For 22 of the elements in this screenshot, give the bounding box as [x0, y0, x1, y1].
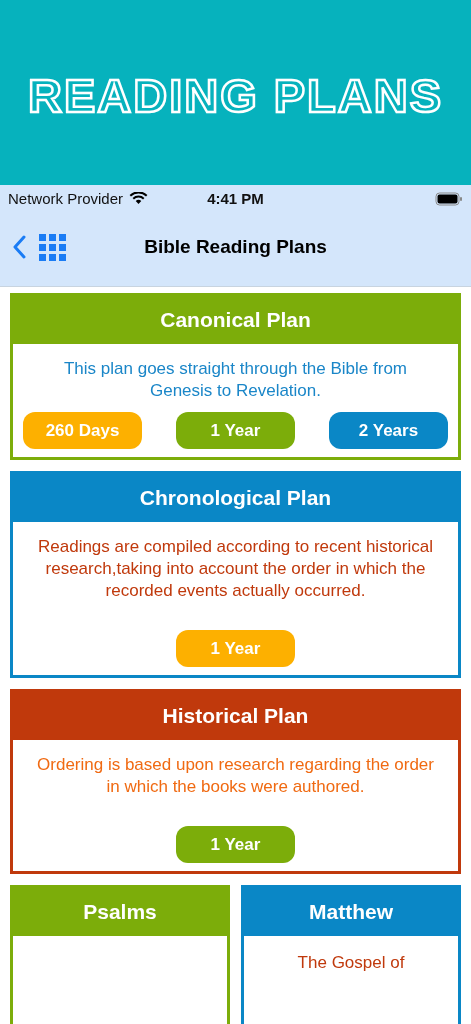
- plan-title: Chronological Plan: [139, 486, 332, 510]
- duration-button[interactable]: 1 Year: [176, 826, 295, 863]
- plan-description: Readings are compiled according to recent historical research,taking into account the order in which the recorded events actually occurred.: [37, 536, 434, 602]
- banner-title: READING PLANS: [27, 72, 444, 119]
- duration-button[interactable]: 260 Days: [23, 412, 142, 449]
- duration-button[interactable]: 1 Year: [176, 630, 295, 667]
- battery-icon: [435, 191, 463, 206]
- grid-icon[interactable]: [39, 233, 66, 261]
- plan-description: This plan goes straight through the Bible from Genesis to Revelation.: [63, 358, 408, 402]
- plan-title: Historical Plan: [162, 704, 309, 728]
- plan-title: Canonical Plan: [160, 308, 311, 332]
- duration-button[interactable]: 1 Year: [176, 412, 295, 449]
- plan-description: Ordering is based upon research regarding the order in which the books were authored.: [36, 754, 435, 798]
- wifi-icon: [129, 192, 149, 205]
- nav-title: Bible Reading Plans: [144, 236, 327, 258]
- duration-button[interactable]: 2 Years: [329, 412, 448, 449]
- plan-title: Matthew: [309, 900, 393, 924]
- status-time: 4:41 PM: [207, 190, 264, 207]
- carrier-name: Network Provider: [8, 190, 124, 207]
- back-icon[interactable]: [12, 235, 26, 259]
- plan-description: The Gospel of: [296, 952, 406, 974]
- plan-title: Psalms: [83, 900, 157, 924]
